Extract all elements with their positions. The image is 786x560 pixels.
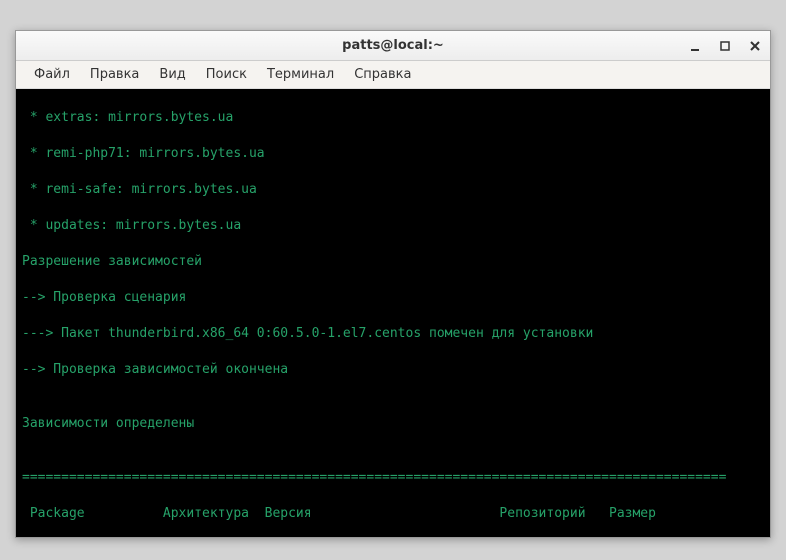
- terminal-line: Зависимости определены: [22, 415, 764, 433]
- maximize-button[interactable]: [716, 37, 734, 55]
- window-controls: [686, 37, 764, 55]
- titlebar[interactable]: patts@local:~: [16, 31, 770, 61]
- menu-edit[interactable]: Правка: [80, 65, 149, 84]
- terminal-line: ---> Пакет thunderbird.x86_64 0:60.5.0-1…: [22, 325, 764, 343]
- terminal-window: patts@local:~ Файл Правка Вид Поиск Терм…: [15, 30, 771, 538]
- menubar: Файл Правка Вид Поиск Терминал Справка: [16, 61, 770, 89]
- menu-search[interactable]: Поиск: [196, 65, 257, 84]
- close-button[interactable]: [746, 37, 764, 55]
- menu-file[interactable]: Файл: [24, 65, 80, 84]
- terminal-line: * remi-php71: mirrors.bytes.ua: [22, 145, 764, 163]
- terminal-output[interactable]: * extras: mirrors.bytes.ua * remi-php71:…: [16, 89, 770, 537]
- minimize-button[interactable]: [686, 37, 704, 55]
- menu-help[interactable]: Справка: [344, 65, 421, 84]
- menu-terminal[interactable]: Терминал: [257, 65, 344, 84]
- menu-view[interactable]: Вид: [149, 65, 195, 84]
- terminal-line: * extras: mirrors.bytes.ua: [22, 109, 764, 127]
- terminal-line: * updates: mirrors.bytes.ua: [22, 217, 764, 235]
- terminal-line: --> Проверка сценария: [22, 289, 764, 307]
- terminal-line: * remi-safe: mirrors.bytes.ua: [22, 181, 764, 199]
- terminal-line: ========================================…: [22, 469, 764, 487]
- terminal-line: Разрешение зависимостей: [22, 253, 764, 271]
- window-title: patts@local:~: [342, 38, 444, 53]
- terminal-line: Package Архитектура Версия Репозиторий Р…: [22, 505, 764, 523]
- terminal-line: --> Проверка зависимостей окончена: [22, 361, 764, 379]
